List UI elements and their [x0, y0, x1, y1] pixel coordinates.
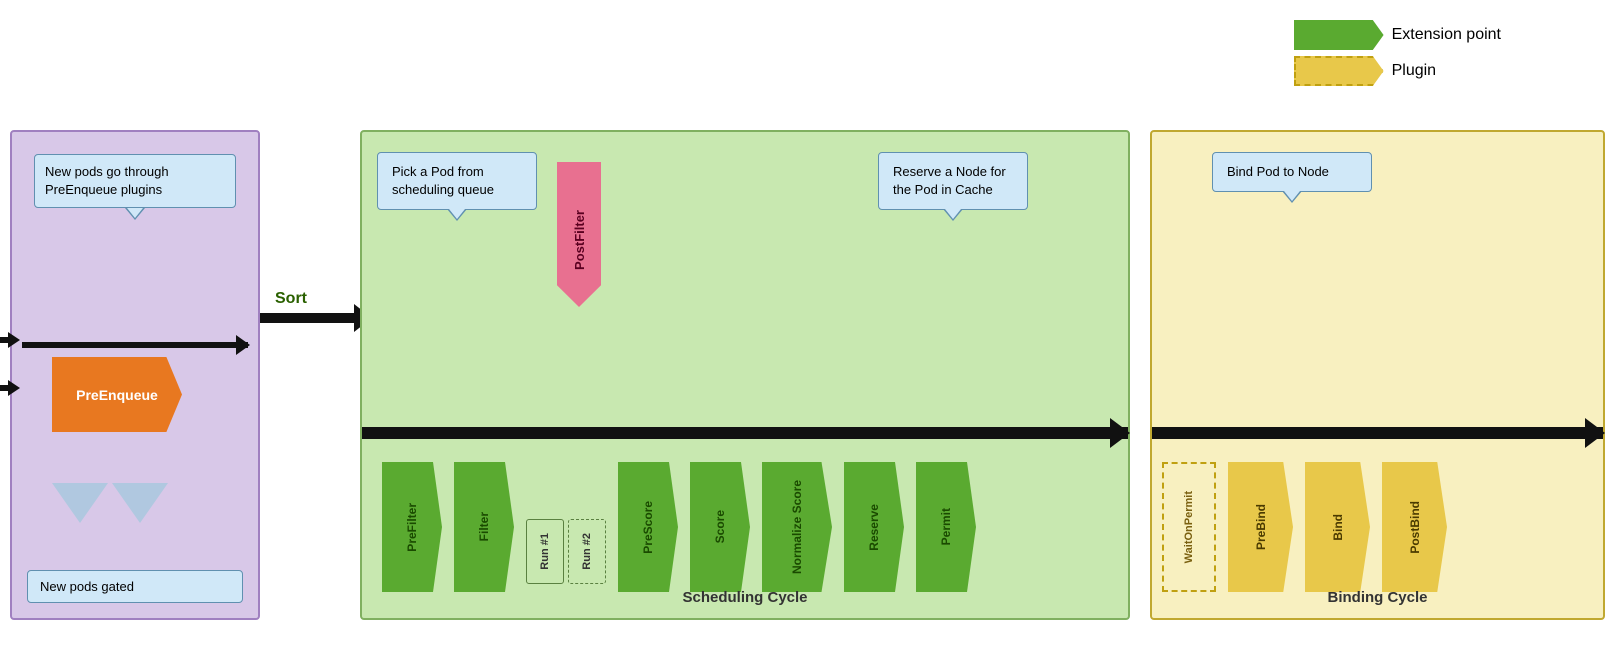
- waitonpermit-label: WaitOnPermit: [1183, 491, 1195, 563]
- arrow-shaft: [0, 337, 8, 343]
- reserve-callout-box: Reserve a Node for the Pod in Cache: [878, 152, 1028, 210]
- new-pods-gated-callout: New pods gated: [27, 570, 243, 603]
- reserve-stage: Reserve: [844, 462, 904, 592]
- legend-plugin-label: Plugin: [1392, 62, 1436, 80]
- waitonpermit-stage: WaitOnPermit: [1162, 462, 1216, 592]
- preenqueue-callout: New pods go through PreEnqueue plugins: [34, 154, 236, 208]
- reserve-pointer-inner: [945, 209, 961, 219]
- score-stage: Score: [690, 462, 750, 592]
- diagram-container: Extension point Plugin New pods go throu…: [0, 0, 1621, 668]
- arrow-shaft2: [0, 385, 8, 391]
- reserve-callout-text: Reserve a Node for the Pod in Cache: [893, 164, 1006, 197]
- postfilter-arrow: PostFilter: [557, 162, 601, 307]
- sort-label: Sort: [275, 290, 307, 308]
- plugin-stages: PreFilter Filter Run #1 Run #2 PreScore: [382, 462, 976, 592]
- filter-label: Filter: [477, 512, 491, 541]
- legend-plugin: Plugin: [1294, 56, 1501, 86]
- gated-triangles: [52, 483, 168, 523]
- postbind-label: PostBind: [1408, 501, 1422, 554]
- flow-arrowhead: [236, 335, 250, 355]
- preenqueue-label: PreEnqueue: [76, 387, 158, 403]
- sort-section: Sort: [275, 290, 307, 308]
- bind-pointer-inner: [1284, 191, 1300, 201]
- normalize-score-label: Normalize Score: [790, 480, 804, 574]
- binding-plugin-stages: WaitOnPermit PreBind Bind PostBind: [1162, 462, 1447, 592]
- bind-callout-container: Bind Pod to Node: [1212, 152, 1372, 192]
- scheduling-panel: Pick a Pod from scheduling queue Reserve…: [360, 130, 1130, 620]
- reserve-label: Reserve: [867, 504, 881, 551]
- prescore-label: PreScore: [641, 501, 655, 554]
- new-pods-gated-text: New pods gated: [40, 579, 134, 594]
- sort-arrow-line: [260, 313, 370, 323]
- run1-box: Run #1: [526, 519, 564, 584]
- binding-flow-arrowhead: [1585, 418, 1605, 448]
- left-panel: New pods go through PreEnqueue plugins P…: [10, 130, 260, 620]
- run2-box: Run #2: [568, 519, 606, 584]
- reserve-callout-container: Reserve a Node for the Pod in Cache: [878, 152, 1028, 210]
- run2-label: Run #2: [581, 533, 593, 570]
- new-pods-gated-box: New pods gated: [27, 570, 243, 603]
- bind-label: Bind: [1331, 514, 1345, 541]
- pick-pod-callout-container: Pick a Pod from scheduling queue: [377, 152, 537, 210]
- prebind-stage: PreBind: [1228, 462, 1293, 592]
- binding-cycle-label: Binding Cycle: [1327, 589, 1427, 606]
- pick-pod-pointer-inner: [449, 209, 465, 219]
- postbind-stage: PostBind: [1382, 462, 1447, 592]
- left-panel-flow-line: [22, 342, 248, 348]
- callout-pointer-inner: [127, 208, 143, 218]
- prefilter-label: PreFilter: [405, 503, 419, 552]
- postfilter-label: PostFilter: [572, 210, 587, 270]
- triangle2: [112, 483, 168, 523]
- preenqueue-callout-text: New pods go through PreEnqueue plugins: [45, 164, 169, 197]
- bind-callout-box: Bind Pod to Node: [1212, 152, 1372, 192]
- legend-green-arrow: [1294, 20, 1384, 50]
- triangle1: [52, 483, 108, 523]
- run-boxes: Run #1 Run #2: [526, 519, 606, 584]
- pick-pod-callout-text: Pick a Pod from scheduling queue: [392, 164, 494, 197]
- bind-callout-text: Bind Pod to Node: [1227, 164, 1329, 179]
- preenqueue-arrow: PreEnqueue: [52, 357, 182, 432]
- legend-extension-point: Extension point: [1294, 20, 1501, 50]
- normalize-score-stage: Normalize Score: [762, 462, 832, 592]
- legend: Extension point Plugin: [1294, 20, 1501, 86]
- prefilter-stage: PreFilter: [382, 462, 442, 592]
- legend-yellow-arrow: [1294, 56, 1384, 86]
- left-incoming-arrow2: [0, 380, 20, 396]
- bind-stage: Bind: [1305, 462, 1370, 592]
- binding-flow-line: [1152, 427, 1603, 439]
- score-label: Score: [713, 510, 727, 543]
- scheduling-flow-line: [362, 427, 1128, 439]
- prescore-stage: PreScore: [618, 462, 678, 592]
- prebind-label: PreBind: [1254, 504, 1268, 550]
- binding-panel: Bind Pod to Node WaitOnPermit PreBind Bi…: [1150, 130, 1605, 620]
- filter-stage: Filter: [454, 462, 514, 592]
- scheduling-flow-arrowhead: [1110, 418, 1130, 448]
- arrow-head: [8, 332, 20, 348]
- arrow-head2: [8, 380, 20, 396]
- pick-pod-callout-box: Pick a Pod from scheduling queue: [377, 152, 537, 210]
- run1-label: Run #1: [539, 533, 551, 570]
- scheduling-cycle-label: Scheduling Cycle: [682, 589, 807, 606]
- permit-stage: Permit: [916, 462, 976, 592]
- preenqueue-callout-box: New pods go through PreEnqueue plugins: [34, 154, 236, 208]
- legend-extension-label: Extension point: [1392, 26, 1501, 44]
- left-incoming-arrow: [0, 332, 20, 348]
- permit-label: Permit: [939, 508, 953, 545]
